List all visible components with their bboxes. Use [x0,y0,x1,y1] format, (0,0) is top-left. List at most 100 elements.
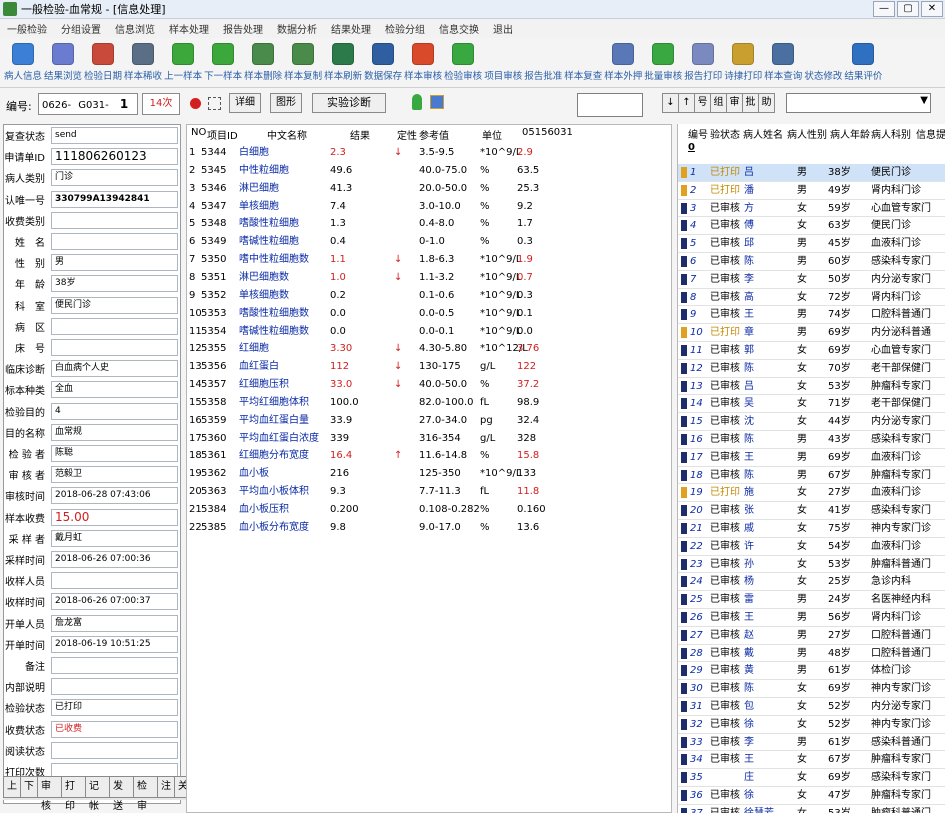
toolbar-button[interactable]: 样本复制 [284,38,322,82]
result-row[interactable]: 12 5355 红细胞 3.30 ↓ 4.30-5.80 *10^12/L 3.76 [187,340,671,357]
field-value[interactable]: 詹龙富 [51,614,178,632]
field-value[interactable] [51,317,178,335]
sample-row[interactable]: 4 已审核傅 女 63岁 便民门诊 [678,217,945,236]
toolbar-button[interactable]: 样本审核 [404,38,442,82]
sample-row[interactable]: 36 已审核徐 女 47岁 肿瘤科专家门 [678,787,945,805]
sample-row[interactable]: 25 已审核雷 男 24岁 名医神经内科 [678,591,945,609]
field-value[interactable]: 已打印 [51,699,178,717]
filter-row[interactable]: 0 [688,142,695,153]
sample-row[interactable]: 12 已审核陈 女 70岁 老干部保健门 [678,360,945,378]
sample-row[interactable]: 24 已审核杨 女 25岁 急诊内科 [678,573,945,592]
field-value[interactable]: 白血病个人史 [51,360,178,378]
toolbar-button[interactable]: 检验日期 [84,38,122,82]
column-header[interactable]: NO [191,127,206,138]
field-value[interactable]: 陈聪 [51,445,178,462]
result-row[interactable]: 4 5347 单核细胞 7.4 3.0-10.0% 9.2 [187,198,671,215]
field-value[interactable]: send [51,127,178,144]
field-value[interactable]: 2018-06-19 10:51:25 [51,635,178,653]
result-row[interactable]: 6 5349 嗜碱性粒细胞 0.4 0-1.0% 0.3 [187,233,671,250]
sample-row[interactable]: 29 已审核黄 男 61岁 体检门诊 [678,662,945,681]
menu-item[interactable]: 退出 [486,21,520,36]
action-button[interactable]: 发送 [109,776,134,812]
toolbar-button[interactable]: 结果浏览 [44,38,82,82]
menu-item[interactable]: 报告处理 [216,21,270,36]
select-icon[interactable] [208,97,221,110]
sample-row[interactable]: 33 已审核李 男 61岁 感染科普通门 [678,734,945,752]
lab-diagnosis-button[interactable]: 实验诊断 [312,93,386,113]
result-row[interactable]: 13 5356 血红蛋白 112 ↓ 130-175 g/L 122 [187,358,671,375]
sample-row[interactable]: 6 已审核陈 男 60岁 感染科专家门 [678,253,945,271]
field-value[interactable]: 2018-06-28 07:43:06 [51,487,178,505]
menu-item[interactable]: 数据分析 [270,21,324,36]
column-header[interactable]: 编号 [688,126,708,141]
result-row[interactable]: 15 5358 平均红细胞体积 100.0 82.0-100.0 fL 98.9 [187,394,671,411]
field-value[interactable]: 330799A13942841 [51,190,178,208]
person-icon[interactable] [412,94,422,110]
close-button[interactable]: ✕ [921,1,943,17]
toolbar-button[interactable]: 样本刷新 [324,38,362,82]
result-row[interactable]: 11 5354 嗜碱性粒细胞数 0.0 0.0-0.1 *10^9/L 0.0 [187,323,671,340]
field-value[interactable]: 2018-06-26 07:00:36 [51,551,178,568]
menu-item[interactable]: 样本处理 [162,21,216,36]
column-header[interactable]: 病人年龄 [830,126,870,141]
field-value[interactable]: 2018-06-26 07:00:37 [51,593,178,611]
field-value[interactable]: 111806260123 [51,148,178,166]
column-header[interactable]: 信息提 [916,126,945,141]
toolbar-button[interactable]: 项目审核 [484,38,522,82]
result-row[interactable]: 1 5344 白细胞 2.3 ↓ 3.5-9.5 *10^9/L 2.9 [187,144,671,161]
nav-button[interactable]: 助 [758,93,775,113]
sample-row[interactable]: 34 已审核王 女 67岁 肿瘤科专家门 [678,751,945,770]
action-button[interactable]: 审核 [37,776,62,812]
sample-row[interactable]: 23 已审核孙 女 53岁 肿瘤科普通门 [678,556,945,574]
sample-id-field[interactable]: 0626- G031- 1 [38,93,138,115]
sample-row[interactable]: 5 已审核邱 男 45岁 血液科门诊 [678,235,945,253]
column-header[interactable]: 中文名称 [267,127,307,142]
field-value[interactable]: 4 [51,402,178,420]
sample-row[interactable]: 18 已审核陈 男 67岁 肿瘤科专家门 [678,467,945,485]
sample-row[interactable]: 7 已审核李 女 50岁 内分泌专家门 [678,271,945,289]
nav-button[interactable]: 号 [694,93,711,113]
column-header[interactable]: 结果 [350,127,370,142]
menu-item[interactable]: 信息交换 [432,21,486,36]
field-value[interactable] [51,678,178,696]
maximize-button[interactable]: ▢ [897,1,919,17]
sample-row[interactable]: 17 已审核王 男 69岁 血液科门诊 [678,449,945,467]
result-row[interactable]: 20 5363 平均血小板体积 9.3 7.7-11.3 fL 11.8 [187,483,671,500]
column-header[interactable]: 项目ID [207,127,238,142]
column-header[interactable]: 验状态 [710,126,740,141]
column-header[interactable]: 参考值 [419,127,449,142]
toolbar-button[interactable]: 病人信息 [4,38,42,82]
menu-item[interactable]: 检验分组 [378,21,432,36]
toolbar-button[interactable]: 诗捸打印 [724,38,762,82]
sample-row[interactable]: 8 已审核高 女 72岁 肾内科门诊 [678,289,945,307]
column-header[interactable]: 病人姓名 [743,126,783,141]
result-row[interactable]: 21 5384 血小板压积 0.200 0.108-0.282% 0.160 [187,501,671,518]
sample-row[interactable]: 11 已审核郭 女 69岁 心血管专家门 [678,342,945,360]
column-header[interactable]: 单位 [482,127,502,142]
sample-row[interactable]: 20 已审核张 女 41岁 感染科专家门 [678,502,945,520]
record-icon[interactable] [190,98,201,109]
toolbar-button[interactable]: 下一样本 [204,38,242,82]
result-row[interactable]: 8 5351 淋巴细胞数 1.0 ↓ 1.1-3.2 *10^9/L 0.7 [187,269,671,286]
toolbar-button[interactable]: 样本外押 [604,38,642,82]
column-header[interactable]: 05156031 [522,127,573,138]
result-row[interactable]: 17 5360 平均血红蛋白浓度 339 316-354 g/L 328 [187,430,671,447]
sample-row[interactable]: 10 已打印章 男 69岁 内分泌科普通 [678,324,945,342]
field-value[interactable]: 范毅卫 [51,466,178,484]
action-button[interactable]: 检审 [133,776,158,812]
field-value[interactable] [51,741,178,759]
result-row[interactable]: 7 5350 嗜中性粒细胞数 1.1 ↓ 1.8-6.3 *10^9/L 1.9 [187,251,671,268]
sample-row[interactable]: 16 已审核陈 男 43岁 感染科专家门 [678,431,945,449]
toolbar-button[interactable]: 上一样本 [164,38,202,82]
result-row[interactable]: 3 5346 淋巴细胞 41.3 20.0-50.0% 25.3 [187,180,671,197]
sample-row[interactable]: 35 庄 女 69岁 感染科专家门 [678,769,945,787]
field-value[interactable] [51,339,178,356]
toolbar-button[interactable]: 样本稀收 [124,38,162,82]
field-value[interactable]: 便民门诊 [51,296,178,314]
detail-button[interactable]: 详细 [229,93,261,113]
result-row[interactable]: 5 5348 嗜酸性粒细胞 1.3 0.4-8.0% 1.7 [187,215,671,232]
toolbar-button[interactable]: 数据保存 [364,38,402,82]
sample-row[interactable]: 37 已审核徐慧芳 女 53岁 肿瘤科普通门 [678,805,945,813]
filter-select[interactable]: ▼ [786,93,931,113]
toolbar-button[interactable]: 检验审核 [444,38,482,82]
